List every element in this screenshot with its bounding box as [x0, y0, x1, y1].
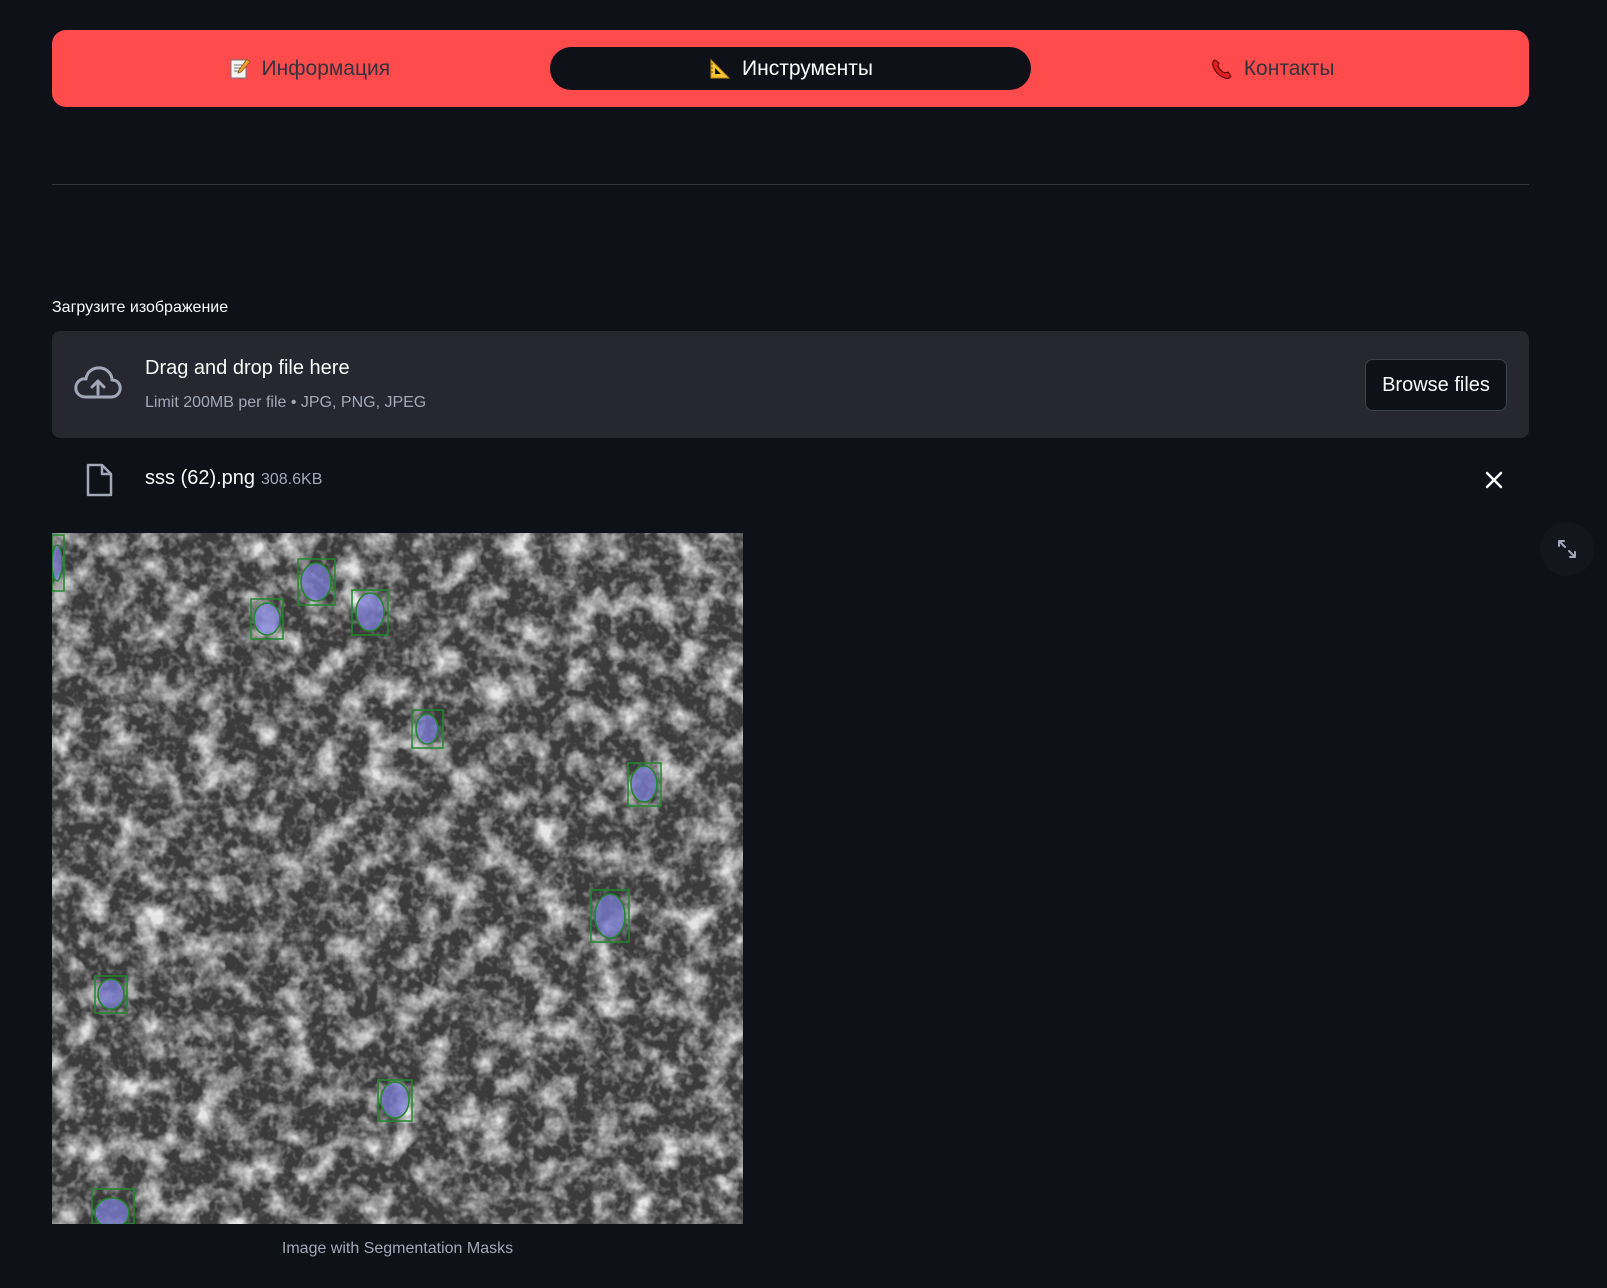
tab-information-label: Информация — [261, 56, 391, 80]
cloud-upload-icon — [74, 366, 122, 399]
dropzone-title: Drag and drop file here — [145, 357, 350, 379]
upload-label: Загрузите изображение — [52, 299, 229, 316]
file-icon — [86, 463, 113, 497]
segmentation-image — [52, 533, 743, 1224]
tab-navigation: Информация Инструменты Контакты — [52, 30, 1529, 107]
fullscreen-button[interactable] — [1540, 522, 1594, 576]
file-dropzone[interactable]: Drag and drop file here Limit 200MB per … — [52, 331, 1529, 438]
tab-information[interactable]: Информация — [68, 47, 550, 90]
memo-icon — [228, 57, 252, 81]
image-caption: Image with Segmentation Masks — [281, 1240, 514, 1257]
file-name: sss (62).png — [145, 467, 256, 489]
tab-tools[interactable]: Инструменты — [549, 47, 1032, 90]
section-divider — [52, 184, 1529, 185]
tab-contacts-label: Контакты — [1243, 56, 1335, 80]
tab-tools-label: Инструменты — [742, 56, 873, 80]
browse-files-button[interactable]: Browse files — [1365, 359, 1507, 411]
close-icon[interactable] — [1481, 467, 1507, 493]
expand-icon — [1558, 540, 1576, 558]
dropzone-subtitle: Limit 200MB per file • JPG, PNG, JPEG — [145, 394, 427, 411]
segmentation-image-canvas — [52, 533, 743, 1224]
file-size: 308.6KB — [261, 471, 323, 488]
tab-contacts[interactable]: Контакты — [1031, 47, 1513, 90]
telephone-icon — [1210, 57, 1234, 81]
uploaded-file-row: sss (62).png 308.6KB — [52, 455, 1529, 505]
triangular-ruler-icon — [708, 57, 732, 81]
